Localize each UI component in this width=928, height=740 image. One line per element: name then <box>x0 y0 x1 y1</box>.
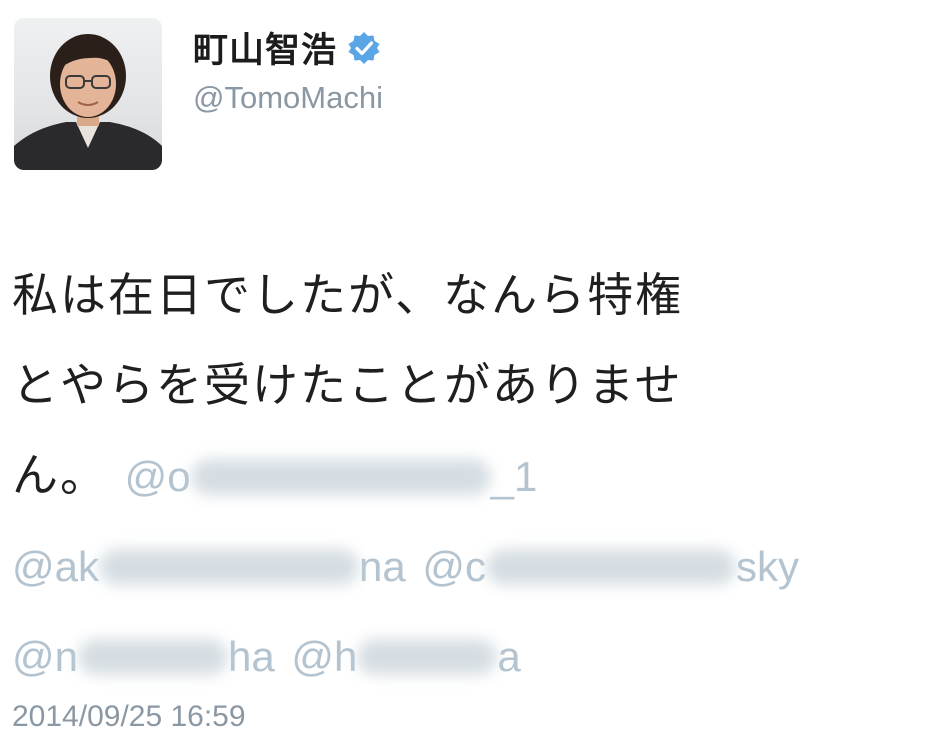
tweet-text-line: ん。 @o _1 <box>12 430 917 520</box>
mention-suffix: a <box>497 633 521 680</box>
mention-prefix: @h <box>291 633 358 680</box>
mention-suffix: na <box>359 543 406 590</box>
blurred-redaction <box>78 639 228 675</box>
tweet-text-fragment: ん。 <box>12 448 108 502</box>
blurred-redaction <box>485 549 736 585</box>
avatar-photo <box>14 34 162 170</box>
tweet-timestamp[interactable]: 2014/09/25 16:59 <box>12 700 246 734</box>
tweet-text-line: @ak na @c sky <box>12 520 917 610</box>
mention-prefix: @ak <box>12 543 99 590</box>
mention-prefix: @n <box>12 633 78 680</box>
mention-suffix: sky <box>735 543 799 590</box>
avatar[interactable] <box>14 18 162 170</box>
tweet-text-line: @n ha @h a <box>12 610 917 700</box>
mention-link[interactable]: @n ha <box>12 633 275 680</box>
mention-link[interactable]: @h a <box>291 633 520 680</box>
display-name[interactable]: 町山智浩 <box>193 22 381 73</box>
tweet-text-line: とやらを受けたことがありませ <box>12 358 683 412</box>
tweet-card: 町山智浩 @TomoMachi 私は在日でしたが、なんら特権 とやらを受けたこと… <box>0 0 928 740</box>
mention-link[interactable]: @c sky <box>422 543 799 590</box>
tweet-text-line: 私は在日でしたが、なんら特権 <box>12 268 684 322</box>
mention-link[interactable]: @o _1 <box>125 453 538 500</box>
mention-link[interactable]: @ak na <box>12 543 406 590</box>
blurred-redaction <box>99 549 359 585</box>
blurred-redaction <box>357 639 498 675</box>
mention-suffix: _1 <box>490 453 538 500</box>
user-handle[interactable]: @TomoMachi <box>193 80 383 116</box>
blurred-redaction <box>190 459 491 495</box>
tweet-text: 私は在日でしたが、なんら特権 とやらを受けたことがありませ ん。 @o _1 @a… <box>12 250 917 700</box>
verified-badge-icon <box>348 31 380 64</box>
mention-prefix: @o <box>124 453 191 500</box>
mention-suffix: ha <box>228 633 275 680</box>
display-name-text: 町山智浩 <box>193 31 338 71</box>
mention-prefix: @c <box>422 543 486 590</box>
